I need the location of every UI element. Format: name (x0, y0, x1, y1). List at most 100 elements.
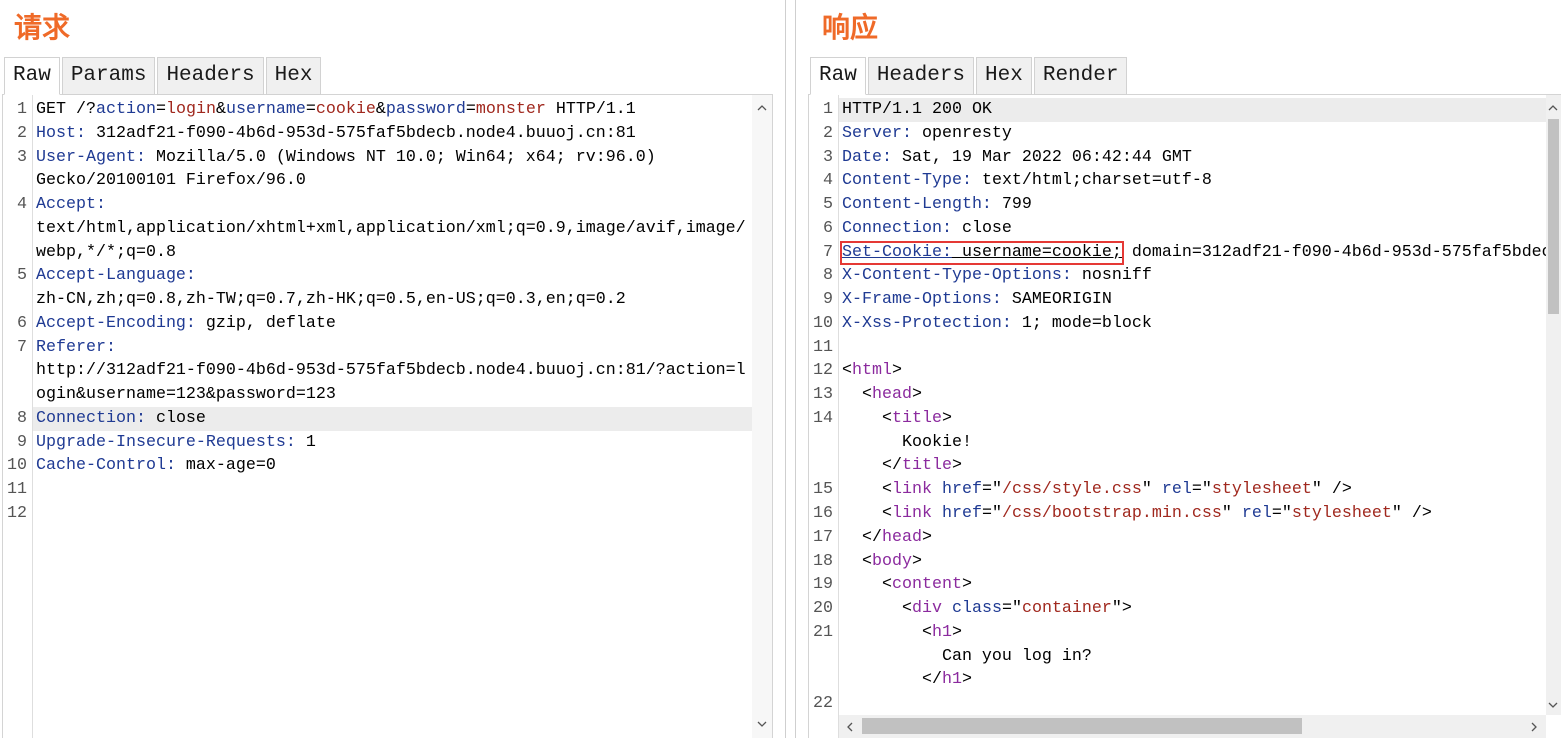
code-row[interactable] (839, 336, 1546, 360)
token-plain: " (1141, 480, 1162, 500)
code-row[interactable] (33, 478, 752, 502)
line-number (809, 645, 838, 669)
chevron-right-icon[interactable] (1531, 722, 1537, 732)
line-number: 6 (823, 218, 833, 238)
token-plain: domain=312adf21-f090-4b6d-953d-575faf5bd… (1121, 242, 1546, 262)
token-name: Content-Type: (842, 171, 972, 191)
chevron-left-icon[interactable] (847, 722, 853, 732)
line-number: 10 (7, 456, 27, 476)
tab-params[interactable]: Params (61, 57, 156, 95)
code-row[interactable]: Connection: close (839, 217, 1546, 241)
token-plain: 1 (295, 432, 316, 452)
code-row[interactable]: HTTP/1.1 200 OK (839, 98, 1546, 122)
token-plain: username=cookie; (951, 242, 1122, 262)
tab-hex[interactable]: Hex (976, 57, 1032, 95)
request-code-area[interactable]: GET /?action=login&username=cookie&passw… (33, 95, 752, 738)
token-plain: Gecko/20100101 Firefox/96.0 (36, 171, 306, 191)
code-row[interactable] (839, 692, 1546, 715)
request-editor[interactable]: 1 2 3 4 5 6 7 8 9 10 11 12 GET /?action=login&usern… (2, 94, 773, 738)
token-plain: > (921, 527, 932, 547)
horizontal-scrollbar[interactable] (839, 715, 1546, 738)
code-row[interactable]: zh-CN,zh;q=0.8,zh-TW;q=0.7,zh-HK;q=0.5,e… (33, 288, 752, 312)
code-row[interactable]: Can you log in? (839, 645, 1546, 669)
tab-headers[interactable]: Headers (867, 57, 975, 95)
token-plain: " /> (1311, 480, 1352, 500)
code-row[interactable]: Accept-Encoding: gzip, deflate (33, 312, 752, 336)
code-row[interactable]: <h1> (839, 621, 1546, 645)
code-row[interactable]: Accept: (33, 193, 752, 217)
horizontal-scrollbar-thumb[interactable] (862, 718, 1302, 734)
code-row[interactable]: </h1> (839, 668, 1546, 692)
token-plain: > (951, 456, 962, 476)
code-row[interactable]: <html> (839, 359, 1546, 383)
code-row[interactable]: X-Content-Type-Options: nosniff (839, 264, 1546, 288)
line-number: 7 (17, 337, 27, 357)
code-row[interactable]: Accept-Language: (33, 264, 752, 288)
code-row[interactable]: Connection: close (33, 406, 752, 431)
token-plain: http://312adf21-f090-4b6d-953d-575faf5bd… (36, 361, 746, 381)
chevron-up-icon[interactable] (757, 105, 767, 111)
tab-render[interactable]: Render (1033, 57, 1128, 95)
code-row[interactable]: </title> (839, 454, 1546, 478)
tab-raw[interactable]: Raw (810, 57, 866, 95)
token-tag: title (891, 408, 942, 428)
code-row[interactable]: Gecko/20100101 Firefox/96.0 (33, 169, 752, 193)
token-plain: GET /? (36, 100, 96, 119)
code-row[interactable]: Content-Type: text/html;charset=utf-8 (839, 169, 1546, 193)
tab-headers[interactable]: Headers (157, 57, 264, 95)
code-row[interactable]: User-Agent: Mozilla/5.0 (Windows NT 10.0… (33, 146, 752, 170)
code-row[interactable] (33, 502, 752, 526)
tab-hex[interactable]: Hex (265, 57, 322, 95)
code-row[interactable]: X-Xss-Protection: 1; mode=block (839, 312, 1546, 336)
code-row[interactable]: Cache-Control: max-age=0 (33, 454, 752, 478)
token-plain: close (951, 218, 1012, 238)
token-value: cookie (315, 100, 376, 119)
code-row[interactable]: ogin&username=123&password=123 (33, 383, 752, 407)
code-row[interactable]: <link href="/css/bootstrap.min.css" rel=… (839, 502, 1546, 526)
code-row[interactable]: text/html,application/xhtml+xml,applicat… (33, 217, 752, 241)
token-name: X-Frame-Options: (842, 290, 1002, 310)
code-row[interactable]: Upgrade-Insecure-Requests: 1 (33, 431, 752, 455)
code-row[interactable]: Server: openresty (839, 122, 1546, 146)
chevron-down-icon[interactable] (1548, 702, 1558, 708)
code-row[interactable]: <head> (839, 383, 1546, 407)
chevron-up-icon[interactable] (1548, 105, 1558, 111)
code-row[interactable]: Referer: (33, 336, 752, 360)
code-row[interactable]: Date: Sat, 19 Mar 2022 06:42:44 GMT (839, 146, 1546, 170)
vertical-scrollbar[interactable] (1546, 95, 1561, 715)
code-row[interactable]: </head> (839, 526, 1546, 550)
line-number: 9 (823, 290, 833, 310)
code-row[interactable]: X-Frame-Options: SAMEORIGIN (839, 288, 1546, 312)
chevron-down-icon[interactable] (757, 721, 767, 727)
code-row[interactable]: Content-Length: 799 (839, 193, 1546, 217)
token-name: Server: (842, 123, 912, 143)
code-row[interactable]: Host: 312adf21-f090-4b6d-953d-575faf5bde… (33, 122, 752, 146)
code-row[interactable]: <link href="/css/style.css" rel="stylesh… (839, 478, 1546, 502)
code-row[interactable]: Kookie! (839, 431, 1546, 455)
line-number: 3 (17, 147, 27, 167)
token-name: Content-Length: (842, 195, 992, 215)
code-row[interactable]: Set-Cookie: username=cookie; domain=312a… (839, 240, 1546, 265)
line-number: 16 (813, 504, 833, 524)
code-row[interactable]: <body> (839, 550, 1546, 574)
code-row[interactable]: http://312adf21-f090-4b6d-953d-575faf5bd… (33, 359, 752, 383)
code-row[interactable]: webp,*/*;q=0.8 (33, 241, 752, 265)
vertical-scrollbar[interactable] (752, 95, 772, 738)
tab-raw[interactable]: Raw (4, 57, 60, 95)
code-row[interactable]: <content> (839, 573, 1546, 597)
token-name: Host: (36, 123, 86, 143)
request-title: 请求 (14, 11, 71, 44)
response-editor[interactable]: 1 2 3 4 5 6 7 8 9 10 11 12 13 14 15 16 17 18 19 20 21 22 HTTP… (808, 94, 1561, 738)
vertical-scrollbar-thumb[interactable] (1548, 119, 1559, 314)
token-name: Accept: (36, 195, 106, 215)
token-name: Connection: (842, 218, 952, 238)
line-number-gutter: 1 2 3 4 5 6 7 8 9 10 11 12 13 14 15 16 17 18 19 20 21 22 (809, 95, 839, 738)
line-number: 17 (813, 527, 833, 547)
code-row[interactable]: <title> (839, 407, 1546, 431)
token-plain: & (375, 100, 386, 119)
response-code-area[interactable]: HTTP/1.1 200 OK Server: openresty Date: Sa… (839, 95, 1546, 715)
token-plain: Sat, 19 Mar 2022 06:42:44 GMT (891, 147, 1192, 167)
token-plain: " (1221, 504, 1242, 524)
code-row[interactable]: GET /?action=login&username=cookie&passw… (33, 98, 752, 122)
code-row[interactable]: <div class="container"> (839, 597, 1546, 621)
